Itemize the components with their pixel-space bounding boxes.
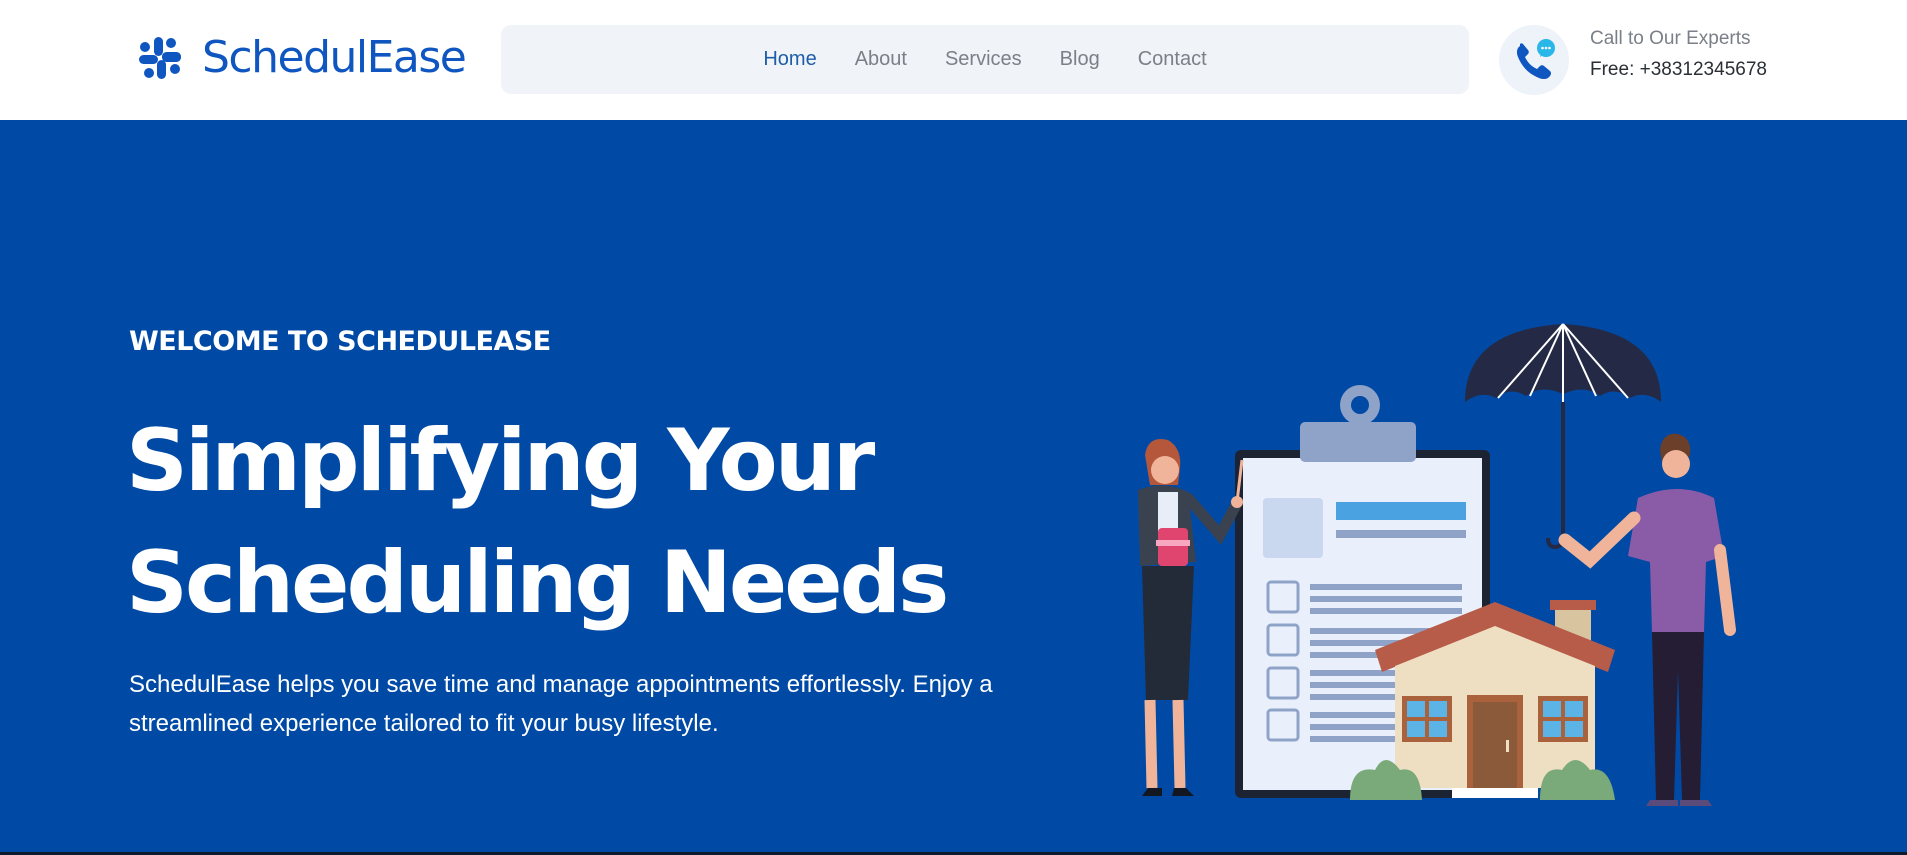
phone-button[interactable]: [1499, 25, 1569, 95]
hero-description-line-2: streamlined experience tailored to fit y…: [129, 710, 719, 737]
contact-phone[interactable]: Free: +38312345678: [1590, 59, 1767, 81]
logo-icon: [139, 37, 181, 79]
hero-headline-line-1: Simplifying Your: [126, 411, 875, 511]
hero-illustration: [1138, 323, 1736, 806]
nav-item-blog[interactable]: Blog: [1060, 48, 1100, 71]
site-header: SchedulEase Home About Services Blog Con…: [0, 0, 1907, 120]
nav-item-home[interactable]: Home: [763, 48, 816, 71]
hero-eyebrow: WELCOME TO SCHEDULEASE: [129, 326, 551, 357]
brand-logo[interactable]: SchedulEase: [137, 32, 467, 83]
hero-headline-line-2: Scheduling Needs: [126, 533, 949, 633]
main-nav: Home About Services Blog Contact: [501, 25, 1469, 94]
hero-description: SchedulEase helps you save time and mana…: [129, 665, 1059, 743]
contact-label: Call to Our Experts: [1590, 28, 1751, 49]
nav-item-about[interactable]: About: [855, 48, 907, 71]
woman-figure: [1138, 439, 1244, 796]
hero-headline: Simplifying Your Scheduling Needs: [126, 400, 1026, 644]
phone-chat-icon: [1516, 39, 1555, 80]
hero-description-line-1: SchedulEase helps you save time and mana…: [129, 671, 993, 698]
nav-item-services[interactable]: Services: [945, 48, 1022, 71]
nav-item-contact[interactable]: Contact: [1138, 48, 1207, 71]
brand-name: SchedulEase: [202, 32, 467, 83]
